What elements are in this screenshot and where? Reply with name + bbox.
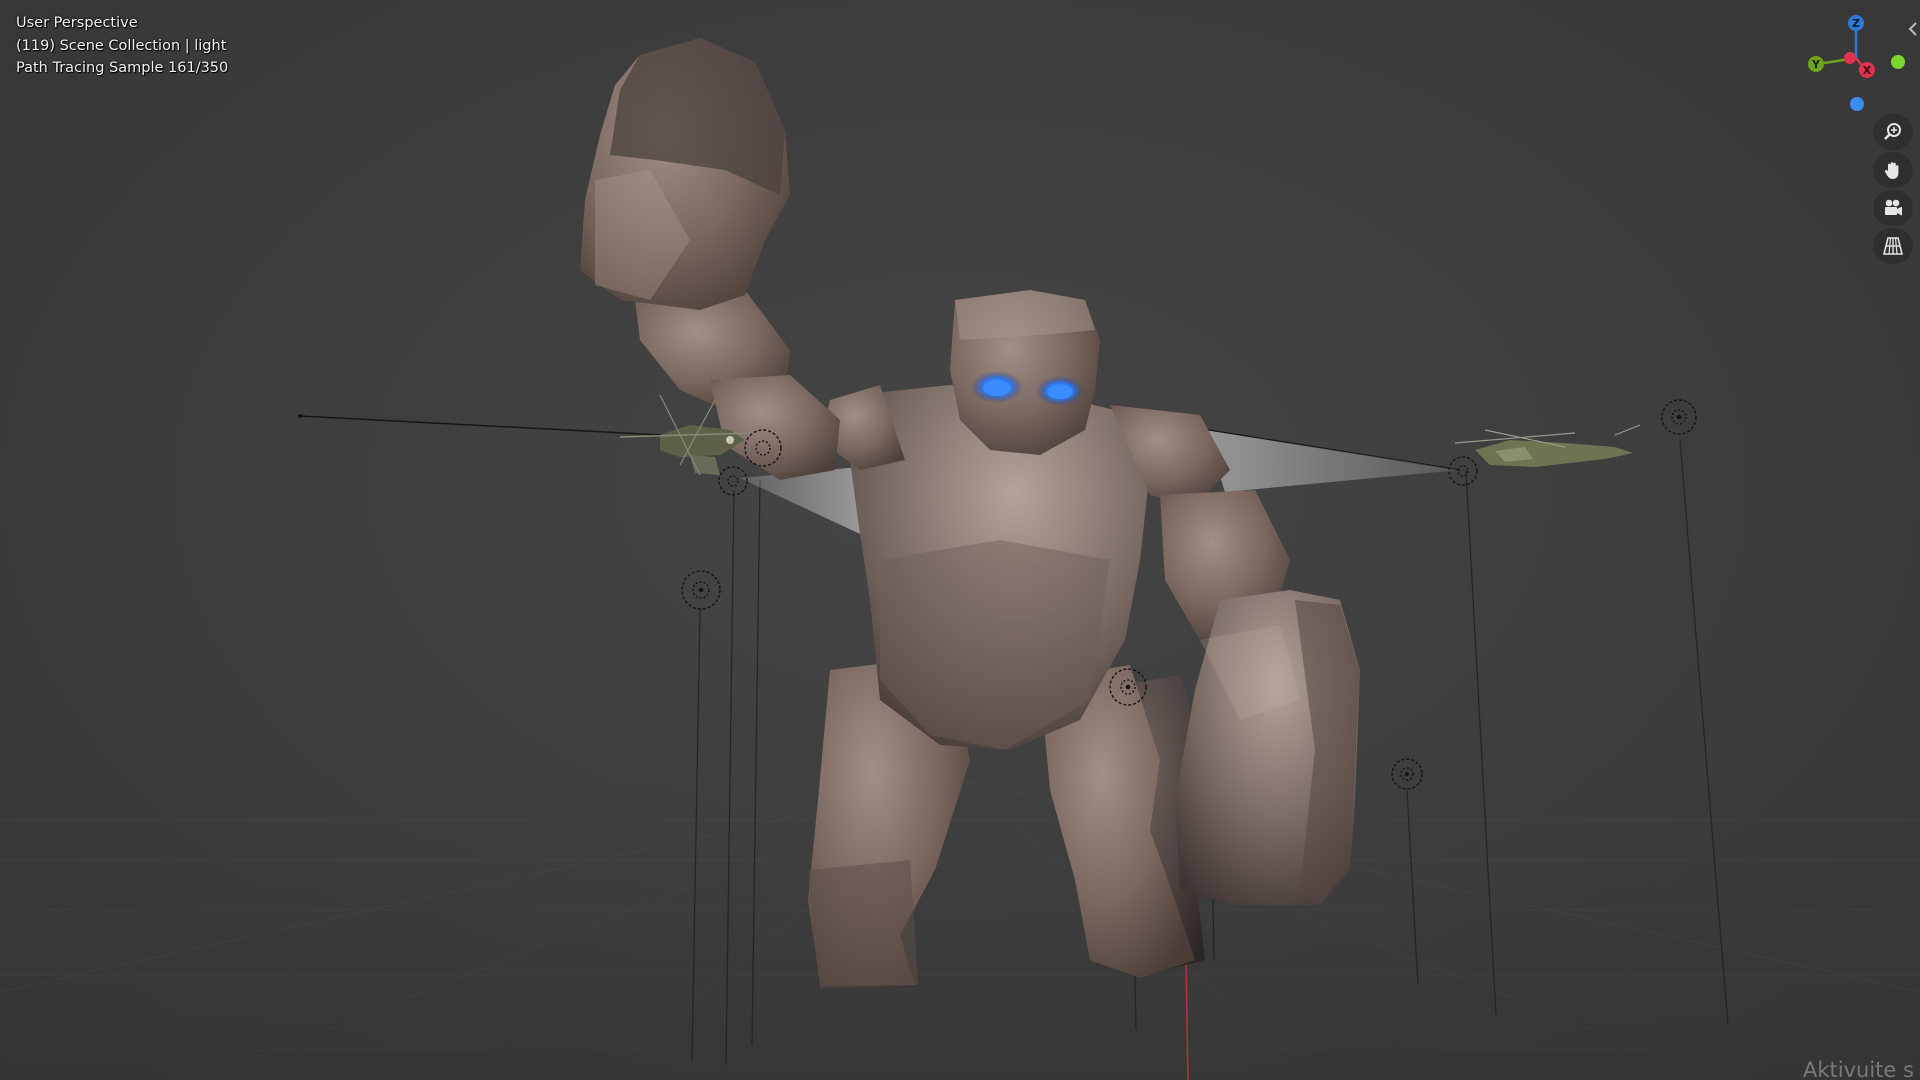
zoom-icon [1884,123,1901,140]
helicopter-right [1454,424,1641,467]
light-gizmo [718,466,748,496]
pan-button[interactable] [1874,153,1912,187]
view-mode-label: User Perspective [16,15,138,31]
chevron-left-icon[interactable] [1906,20,1920,38]
light-gizmo [1661,399,1697,435]
pan-hand-icon [1884,162,1899,179]
x-axis-label: X [1863,64,1872,77]
z-axis-label: Z [1852,17,1860,30]
zoom-button[interactable] [1874,115,1912,149]
collection-label: (119) Scene Collection | light [16,37,227,54]
3d-viewport[interactable]: User Perspective (119) Scene Collection … [0,0,1920,1080]
neg-z-axis-handle[interactable] [1850,97,1864,111]
render-sample-label: Path Tracing Sample 161/350 [16,60,229,76]
camera-view-button[interactable] [1874,191,1912,225]
perspective-grid-icon [1882,237,1904,255]
light-gizmo [681,570,721,610]
perspective-toggle-button[interactable] [1874,229,1912,263]
y-axis-label: Y [1811,58,1821,71]
navigation-gizmo[interactable]: Z Y X [1796,10,1912,114]
camera-view-icon [1885,199,1902,216]
viewport-info-overlay: User Perspective (119) Scene Collection … [16,12,228,80]
scene-render[interactable] [0,0,1920,1080]
activation-watermark: Aktivuite s [1803,1058,1914,1080]
neg-x-axis-handle[interactable] [1844,52,1856,64]
light-gizmo [1448,456,1478,486]
neg-y-axis-handle[interactable] [1891,55,1905,69]
spot-beam-right [1205,430,1460,492]
